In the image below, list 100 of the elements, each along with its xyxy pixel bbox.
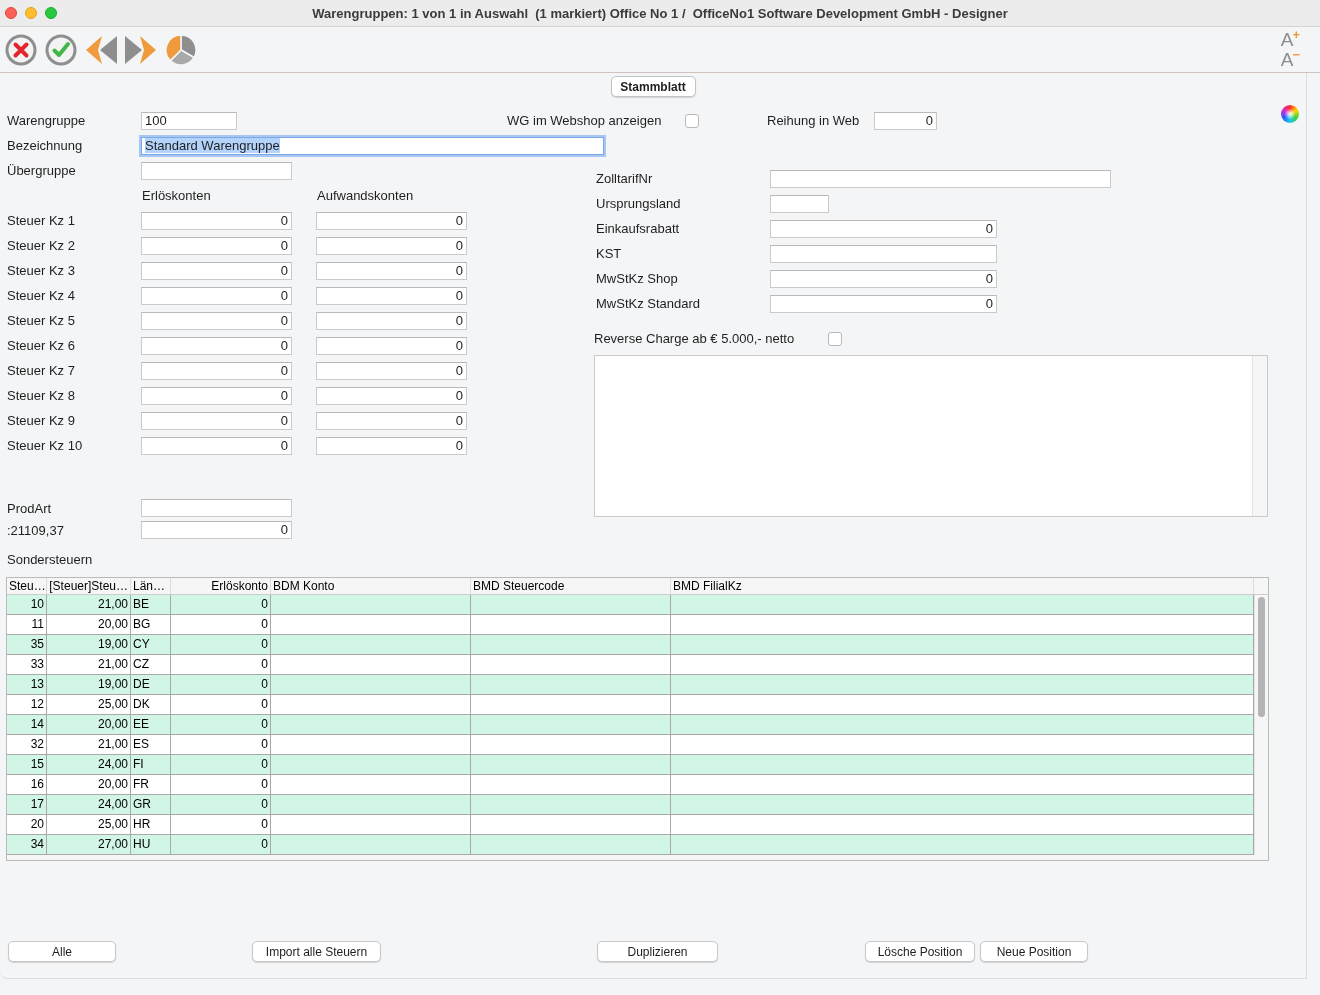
- table-cell: 32: [7, 735, 47, 754]
- table-row[interactable]: 20 25,00 HR 0: [7, 815, 1254, 835]
- table-row[interactable]: 12 25,00 DK 0: [7, 695, 1254, 715]
- action-button[interactable]: Duplizieren: [597, 941, 718, 962]
- column-header[interactable]: BMD Steuercode: [471, 578, 671, 594]
- checkbox[interactable]: [828, 331, 842, 346]
- text-field[interactable]: [141, 161, 292, 180]
- table-row[interactable]: 32 21,00 ES 0: [7, 735, 1254, 755]
- text-field[interactable]: 0: [141, 436, 292, 455]
- minimize-window-button[interactable]: [25, 7, 37, 19]
- table-cell: HU: [131, 835, 171, 854]
- table-cell: 0: [171, 795, 271, 814]
- double-arrow-left-icon[interactable]: [85, 34, 117, 66]
- text-field[interactable]: 0: [141, 361, 292, 380]
- close-window-button[interactable]: [5, 7, 17, 19]
- text-field[interactable]: 0: [316, 411, 467, 430]
- table-row[interactable]: 34 27,00 HU 0: [7, 835, 1254, 855]
- scrollbar-thumb[interactable]: [1258, 597, 1265, 717]
- action-button[interactable]: Import alle Steuern: [252, 941, 381, 962]
- field-label: Ursprungsland: [596, 196, 681, 211]
- text-field[interactable]: 0: [770, 294, 997, 313]
- checkbox[interactable]: [685, 113, 699, 128]
- table-cell: ES: [131, 735, 171, 754]
- table-cell: 0: [171, 715, 271, 734]
- text-field[interactable]: 0: [316, 436, 467, 455]
- text-field[interactable]: 0: [141, 521, 292, 539]
- field-label: Reverse Charge ab € 5.000,- netto: [594, 331, 795, 346]
- table-cell: 0: [171, 735, 271, 754]
- field-label: Steuer Kz 4: [7, 288, 75, 303]
- text-field[interactable]: 0: [141, 386, 292, 405]
- table-row[interactable]: 16 20,00 FR 0: [7, 775, 1254, 795]
- field-label: Übergruppe: [7, 163, 76, 178]
- text-field[interactable]: 0: [316, 236, 467, 255]
- table-cell: CY: [131, 635, 171, 654]
- text-field[interactable]: 0: [316, 311, 467, 330]
- table-row[interactable]: 33 21,00 CZ 0: [7, 655, 1254, 675]
- action-button[interactable]: Alle: [8, 941, 116, 962]
- column-header[interactable]: Län…: [131, 578, 171, 594]
- text-field[interactable]: 0: [141, 411, 292, 430]
- text-field[interactable]: 100: [141, 111, 237, 130]
- column-header[interactable]: Erlöskonto: [171, 578, 271, 594]
- text-field[interactable]: 0: [316, 336, 467, 355]
- table-cell: 0: [171, 615, 271, 634]
- table-cell: 25,00: [47, 815, 131, 834]
- text-field[interactable]: [770, 194, 829, 213]
- table-row[interactable]: 11 20,00 BG 0: [7, 615, 1254, 635]
- double-arrow-right-icon[interactable]: [125, 34, 157, 66]
- text-field[interactable]: 0: [874, 111, 937, 130]
- column-header[interactable]: Steu…: [7, 578, 47, 594]
- close-icon[interactable]: [5, 34, 37, 66]
- text-field[interactable]: 0: [141, 336, 292, 355]
- text-field[interactable]: 0: [770, 269, 997, 288]
- table-cell: 20,00: [47, 775, 131, 794]
- table-cell: 13: [7, 675, 47, 694]
- zoom-window-button[interactable]: [45, 7, 57, 19]
- table-row[interactable]: 15 24,00 FI 0: [7, 755, 1254, 775]
- table-cell: 14: [7, 715, 47, 734]
- text-field[interactable]: [141, 499, 292, 517]
- table-row[interactable]: 35 19,00 CY 0: [7, 635, 1254, 655]
- table-cell: 34: [7, 835, 47, 854]
- column-header[interactable]: BMD FilialKz: [671, 578, 1254, 594]
- table-cell: 17: [7, 795, 47, 814]
- table-cell: BG: [131, 615, 171, 634]
- field-label: ZolltarifNr: [596, 171, 653, 186]
- table-row[interactable]: 14 20,00 EE 0: [7, 715, 1254, 735]
- table-row[interactable]: 13 19,00 DE 0: [7, 675, 1254, 695]
- column-header[interactable]: [Steuer]Steu…: [47, 578, 131, 594]
- text-area-field[interactable]: [594, 355, 1268, 517]
- table-cell: FR: [131, 775, 171, 794]
- table-cell: 0: [171, 675, 271, 694]
- text-field[interactable]: 0: [316, 261, 467, 280]
- text-field[interactable]: 0: [141, 236, 292, 255]
- table-row[interactable]: 10 21,00 BE 0: [7, 595, 1254, 615]
- checkmark-icon[interactable]: [45, 34, 77, 66]
- table-row[interactable]: 17 24,00 GR 0: [7, 795, 1254, 815]
- text-field[interactable]: 0: [770, 219, 997, 238]
- text-field[interactable]: 0: [141, 261, 292, 280]
- text-field[interactable]: 0: [316, 286, 467, 305]
- text-field[interactable]: 0: [316, 386, 467, 405]
- table-cell: 19,00: [47, 635, 131, 654]
- text-field[interactable]: 0: [316, 361, 467, 380]
- text-field[interactable]: 0: [141, 211, 292, 230]
- text-field[interactable]: [770, 169, 1111, 188]
- field-label: Aufwandskonten: [317, 188, 414, 203]
- text-field[interactable]: 0: [141, 286, 292, 305]
- field-label: MwStKz Standard: [596, 296, 701, 311]
- field-label: Steuer Kz 5: [7, 313, 75, 328]
- action-button[interactable]: Neue Position: [980, 941, 1088, 962]
- action-button[interactable]: Lösche Position: [865, 941, 975, 962]
- tab[interactable]: Stammblatt: [610, 76, 696, 97]
- color-wheel-icon[interactable]: [1281, 105, 1299, 123]
- table-cell: 35: [7, 635, 47, 654]
- column-header[interactable]: BDM Konto: [271, 578, 471, 594]
- text-field[interactable]: 0: [141, 311, 292, 330]
- text-field[interactable]: 0: [316, 211, 467, 230]
- field-label: Steuer Kz 1: [7, 213, 75, 228]
- pie-chart-icon[interactable]: [165, 34, 197, 66]
- table-cell: 24,00: [47, 755, 131, 774]
- text-field[interactable]: [770, 244, 997, 263]
- text-field[interactable]: Standard Warengruppe: [141, 136, 604, 155]
